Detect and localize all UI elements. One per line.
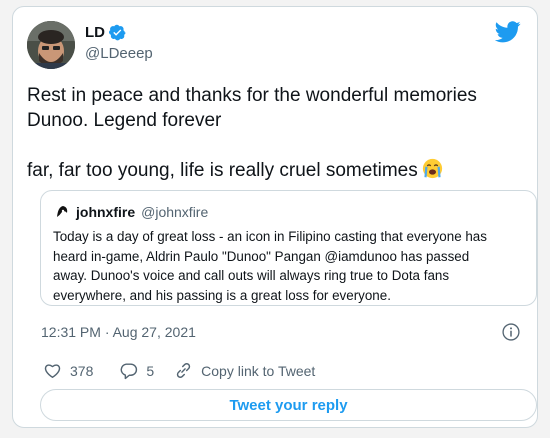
tweet-line: Dunoo. Legend forever bbox=[27, 110, 222, 131]
tweet-line: far, far too young, life is really cruel… bbox=[27, 160, 418, 181]
quoted-author-name: johnxfire bbox=[76, 204, 136, 220]
twitter-bird-icon[interactable] bbox=[495, 21, 521, 43]
heart-icon bbox=[44, 364, 61, 378]
loudly-crying-face-icon bbox=[422, 158, 442, 179]
tweet-spacer bbox=[27, 133, 527, 158]
reply-bubble-icon bbox=[120, 363, 138, 380]
tweet-card: LD @LDeeep Rest in peace and thanks for … bbox=[12, 6, 538, 428]
copy-link-button[interactable]: Copy link to Tweet bbox=[174, 361, 315, 380]
info-icon[interactable] bbox=[501, 322, 521, 342]
reply-button[interactable]: 5 bbox=[119, 361, 154, 380]
copy-link-label: Copy link to Tweet bbox=[201, 362, 316, 379]
quoted-tweet-text: Today is a day of great loss - an icon i… bbox=[53, 227, 531, 305]
quoted-tweet[interactable]: johnxfire @johnxfire Today is a day of g… bbox=[40, 190, 537, 306]
like-count: 378 bbox=[70, 362, 94, 379]
verified-badge-icon bbox=[109, 24, 126, 41]
author-avatar[interactable] bbox=[27, 21, 75, 69]
link-icon bbox=[177, 363, 191, 378]
tweet-text: Rest in peace and thanks for the wonderf… bbox=[27, 83, 527, 183]
author-handle[interactable]: @LDeeep bbox=[85, 45, 153, 62]
quoted-author-avatar bbox=[53, 203, 71, 221]
author-name[interactable]: LD bbox=[85, 24, 105, 41]
quoted-tweet-header: johnxfire @johnxfire bbox=[53, 203, 208, 221]
tweet-line: Rest in peace and thanks for the wonderf… bbox=[27, 85, 477, 106]
quoted-line: heard in-game, Aldrin Paulo "Dunoo" Pang… bbox=[53, 248, 470, 264]
reply-count: 5 bbox=[146, 362, 155, 379]
quoted-author-handle: @johnxfire bbox=[141, 204, 209, 220]
tweet-actions: 378 5 Copy link to Tweet bbox=[43, 361, 315, 380]
author-name-row[interactable]: LD bbox=[85, 24, 126, 41]
quoted-line: everywhere, and his passing is a great l… bbox=[53, 287, 391, 303]
tweet-your-reply-button[interactable]: Tweet your reply bbox=[40, 389, 537, 421]
like-button[interactable]: 378 bbox=[43, 361, 93, 380]
tweet-line-with-emoji: far, far too young, life is really cruel… bbox=[27, 158, 527, 183]
quoted-line: Today is a day of great loss - an icon i… bbox=[53, 229, 487, 244]
tweet-timestamp[interactable]: 12:31 PM · Aug 27, 2021 bbox=[41, 324, 196, 340]
quoted-line: away. Dunoo's voice and call outs will a… bbox=[53, 268, 450, 283]
